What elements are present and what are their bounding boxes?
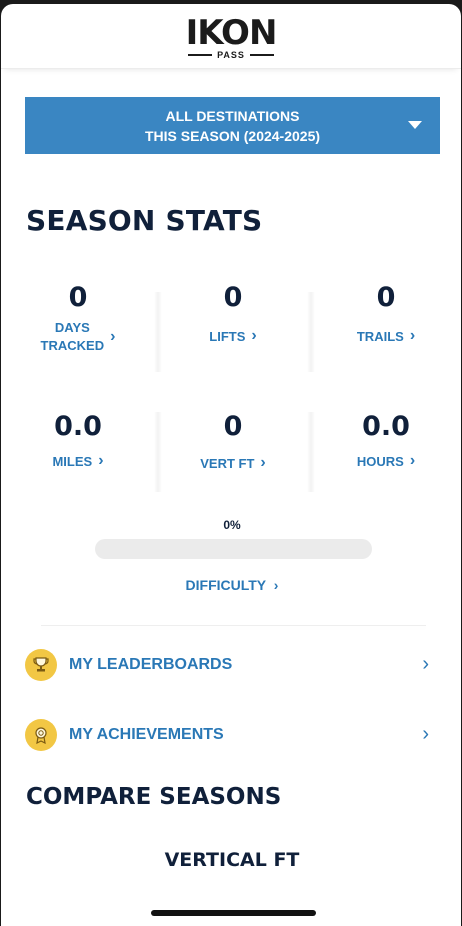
- chevron-right-icon: ›: [409, 452, 416, 469]
- difficulty-progress-bar: [95, 539, 372, 559]
- logo-line-right: [249, 54, 274, 56]
- my-leaderboards-label: MY LEADERBOARDS: [69, 656, 233, 673]
- difficulty-label: DIFFICULTY: [185, 577, 266, 593]
- difficulty-percent: 0%: [223, 518, 241, 532]
- caret-down-icon: [408, 121, 422, 129]
- stat-label-text: TRAILS: [356, 328, 404, 344]
- stat-vert-ft[interactable]: 0 VERT FT ›: [158, 411, 308, 473]
- stat-label-text: VERT FT: [200, 455, 255, 471]
- chevron-right-icon: ›: [260, 454, 266, 471]
- stat-value: 0: [376, 282, 396, 313]
- phone-frame: IKON PASS ALL DESTINATIONS THIS SEASON (…: [0, 0, 462, 926]
- stat-trails[interactable]: 0 TRAILS ›: [311, 282, 461, 346]
- stat-label: DAYS TRACKED ›: [41, 319, 116, 355]
- ikon-pass-logo: IKON PASS: [185, 13, 278, 60]
- logo-sub-text: PASS: [217, 50, 245, 60]
- season-stats-title: SEASON STATS: [26, 204, 263, 237]
- stat-label-text: LIFTS: [209, 328, 246, 344]
- chevron-right-icon: ›: [422, 653, 429, 675]
- stat-label: LIFTS ›: [209, 327, 256, 345]
- stat-label: VERT FT ›: [200, 454, 266, 472]
- section-divider: [41, 625, 426, 626]
- chevron-right-icon: ›: [409, 327, 416, 344]
- stat-label-line2: TRACKED: [40, 338, 105, 353]
- my-leaderboards-link[interactable]: MY LEADERBOARDS ›: [25, 648, 435, 682]
- stat-label-text: MILES: [52, 453, 93, 469]
- destination-season-selector[interactable]: ALL DESTINATIONS THIS SEASON (2024-2025): [25, 97, 440, 154]
- stat-label: MILES ›: [52, 452, 103, 470]
- logo-word: IKON: [185, 13, 278, 53]
- compare-metric-label: VERTICAL FT: [164, 849, 300, 871]
- chevron-right-icon: ›: [251, 327, 257, 344]
- stat-days-tracked[interactable]: 0 DAYS TRACKED ›: [3, 282, 153, 355]
- destination-label: ALL DESTINATIONS: [165, 108, 300, 124]
- stat-miles[interactable]: 0.0 MILES ›: [3, 411, 153, 471]
- my-achievements-link[interactable]: MY ACHIEVEMENTS ›: [25, 718, 435, 752]
- stat-value: 0.0: [362, 411, 410, 442]
- logo-line-left: [188, 54, 213, 56]
- chevron-right-icon: ›: [110, 328, 116, 345]
- stat-label: HOURS ›: [357, 452, 415, 470]
- compare-seasons-title: COMPARE SEASONS: [26, 784, 282, 810]
- chevron-right-icon: ›: [422, 723, 429, 745]
- difficulty-link[interactable]: DIFFICULTY ›: [1, 577, 461, 593]
- my-achievements-label: MY ACHIEVEMENTS: [69, 726, 224, 743]
- chevron-right-icon: ›: [98, 452, 104, 469]
- logo-sub: PASS: [188, 50, 274, 60]
- stat-value: 0: [223, 411, 243, 442]
- stat-label-line1: DAYS: [54, 320, 90, 335]
- stat-hours[interactable]: 0.0 HOURS ›: [311, 411, 461, 471]
- stat-value: 0: [68, 282, 88, 313]
- home-indicator: [151, 910, 316, 916]
- medal-icon: [25, 719, 57, 751]
- stat-value: 0: [223, 282, 243, 313]
- stat-label-text: HOURS: [356, 453, 404, 469]
- trophy-icon: [25, 649, 57, 681]
- stat-lifts[interactable]: 0 LIFTS ›: [158, 282, 308, 346]
- chevron-right-icon: ›: [273, 577, 279, 593]
- stat-label: TRAILS ›: [357, 327, 415, 345]
- app-screen: IKON PASS ALL DESTINATIONS THIS SEASON (…: [1, 4, 461, 926]
- app-header: IKON PASS: [1, 4, 461, 69]
- season-label: THIS SEASON (2024-2025): [144, 128, 321, 144]
- stat-value: 0.0: [54, 411, 102, 442]
